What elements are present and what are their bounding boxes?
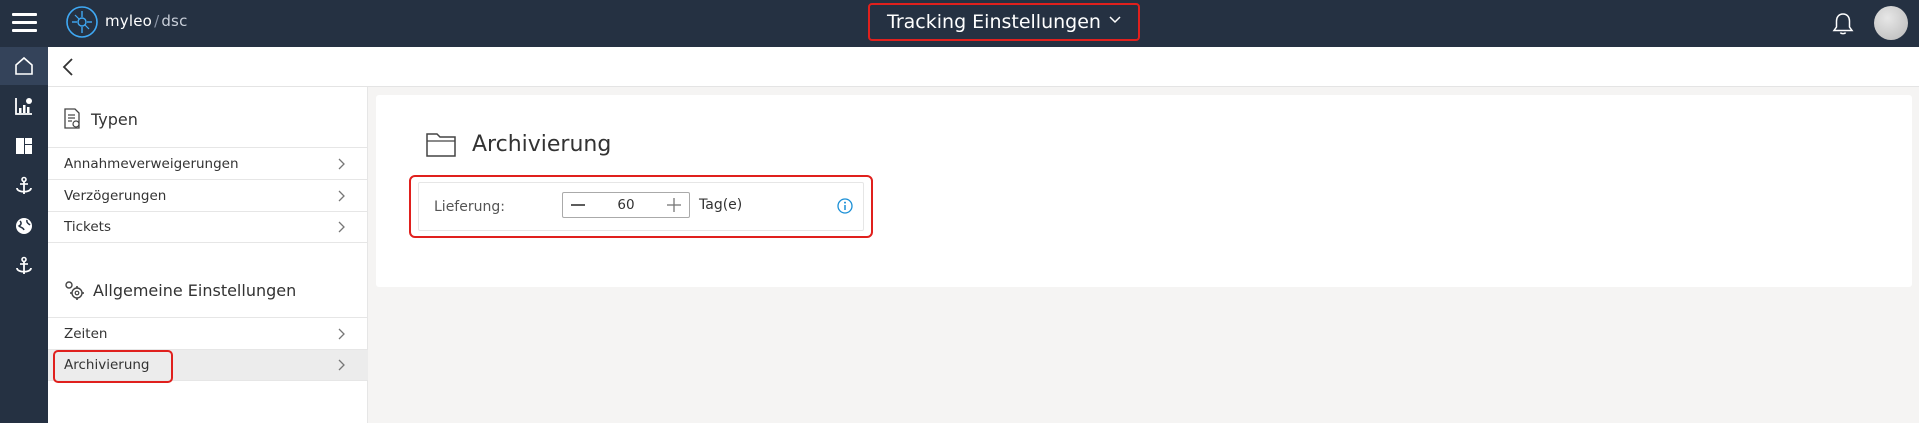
breadcrumb-bar	[48, 47, 1919, 87]
highlight-box: Lieferung: 60 Tag(e)	[409, 175, 873, 238]
rail-anchor-2[interactable]	[0, 247, 48, 285]
field-label: Lieferung:	[434, 199, 505, 215]
chevron-right-icon	[338, 359, 345, 371]
top-bar: myleo / dsc Tracking Einstellungen	[0, 0, 1919, 47]
settings-sidebar: Typen Annahmeverweigerungen Verzögerunge…	[48, 87, 368, 423]
chevron-right-icon	[338, 328, 345, 339]
sidebar-item-zeiten[interactable]: Zeiten	[48, 317, 368, 349]
avatar[interactable]	[1874, 6, 1908, 40]
days-stepper: 60	[562, 192, 690, 218]
analytics-icon	[15, 98, 32, 115]
sidebar-item-verzoegerungen[interactable]: Verzögerungen	[48, 179, 368, 211]
rail-globe[interactable]	[0, 207, 48, 245]
page-title-dropdown[interactable]: Tracking Einstellungen	[868, 3, 1140, 41]
folder-icon	[426, 133, 456, 157]
highlight-box	[53, 350, 173, 383]
section-title: Typen	[91, 109, 138, 129]
brand-sub: dsc	[161, 12, 188, 30]
dashboard-icon	[16, 138, 32, 154]
rail-analytics[interactable]	[0, 87, 48, 125]
page-title: Tracking Einstellungen	[887, 11, 1101, 33]
days-input[interactable]: 60	[593, 197, 659, 213]
chevron-down-icon	[1109, 16, 1121, 24]
icon-rail	[0, 47, 48, 423]
sidebar-item-label: Tickets	[64, 219, 111, 235]
sidebar-item-label: Annahmeverweigerungen	[64, 155, 239, 172]
sidebar-item-label: Verzögerungen	[64, 187, 167, 204]
bell-icon[interactable]	[1832, 12, 1854, 36]
chevron-right-icon	[338, 190, 345, 201]
card-header: Archivierung	[426, 131, 611, 157]
section-title: Allgemeine Einstellungen	[93, 280, 297, 300]
decrement-button[interactable]	[563, 193, 593, 217]
menu-icon[interactable]	[12, 13, 37, 33]
chevron-right-icon	[338, 221, 345, 233]
rail-home[interactable]	[0, 47, 48, 85]
plus-icon	[667, 198, 681, 212]
logo-icon	[66, 6, 98, 38]
settings-card: Archivierung Lieferung: 60 Tag(e)	[376, 95, 1912, 287]
home-icon	[15, 56, 33, 75]
increment-button[interactable]	[659, 193, 689, 217]
anchor-icon	[16, 256, 32, 274]
gears-icon	[65, 281, 84, 300]
unit-label: Tag(e)	[699, 197, 743, 213]
sidebar-item-annahmeverweigerungen[interactable]: Annahmeverweigerungen	[48, 147, 368, 179]
sidebar-item-label: Zeiten	[64, 325, 108, 342]
rail-dashboard[interactable]	[0, 127, 48, 165]
document-settings-icon	[64, 108, 80, 129]
sidebar-item-tickets[interactable]: Tickets	[48, 211, 368, 243]
section-typen: Typen	[48, 95, 368, 143]
brand[interactable]: myleo / dsc	[105, 12, 188, 30]
sidebar-item-archivierung[interactable]: Archivierung	[48, 349, 368, 383]
minus-icon	[571, 204, 585, 206]
section-allgemeine-einstellungen: Allgemeine Einstellungen	[48, 265, 368, 315]
card-title: Archivierung	[472, 131, 612, 157]
globe-icon	[16, 218, 32, 234]
field-row: Lieferung: 60 Tag(e)	[418, 182, 864, 231]
info-icon[interactable]	[837, 198, 853, 214]
anchor-icon	[16, 176, 32, 194]
rail-anchor-1[interactable]	[0, 167, 48, 205]
chevron-right-icon	[338, 158, 345, 169]
back-arrow-icon[interactable]	[62, 58, 74, 76]
brand-separator: /	[154, 12, 160, 30]
brand-name: myleo	[105, 12, 153, 30]
